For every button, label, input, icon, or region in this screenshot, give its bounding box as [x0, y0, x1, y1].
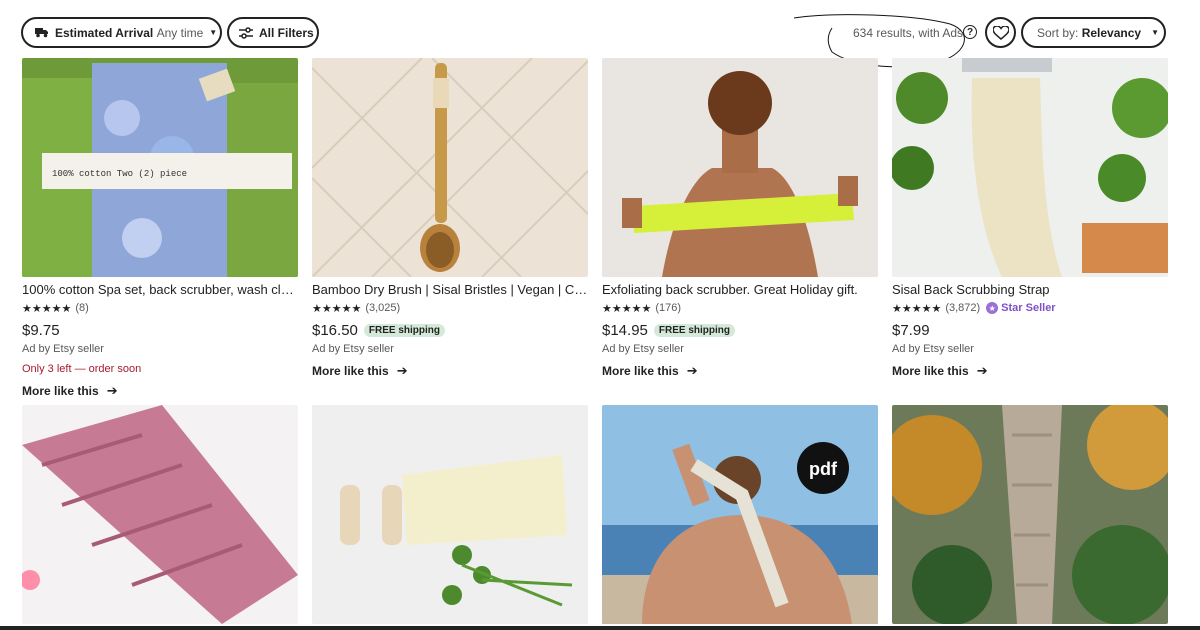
- listing-title[interactable]: 100% cotton Spa set, back scrubber, wash…: [22, 281, 298, 298]
- stock-warning: Only 3 left — order soon: [22, 363, 142, 375]
- listing-price: $14.95: [602, 321, 648, 339]
- listing-card[interactable]: [892, 405, 1168, 624]
- listing-card[interactable]: [312, 405, 588, 624]
- ad-label: Ad by Etsy seller: [22, 343, 104, 355]
- listing-image[interactable]: [892, 405, 1168, 624]
- rating-stars: ★★★★★: [892, 302, 942, 315]
- listing-card[interactable]: [22, 405, 298, 624]
- star-seller-badge: ★ Star Seller: [986, 302, 1056, 314]
- ad-label: Ad by Etsy seller: [312, 343, 394, 355]
- arrow-right-icon: ➔: [396, 363, 408, 378]
- listing-image[interactable]: [892, 58, 1168, 277]
- listing-card[interactable]: Bamboo Dry Brush | Sisal Bristles | Vega…: [312, 58, 588, 379]
- arrival-label: Estimated Arrival: [55, 25, 154, 40]
- review-count: (3,025): [365, 302, 401, 314]
- listing-image[interactable]: [312, 58, 588, 277]
- sort-value: Relevancy: [1081, 25, 1142, 40]
- listing-card[interactable]: pdf: [602, 405, 878, 624]
- sort-dropdown[interactable]: Sort by: Relevancy ▼: [1021, 17, 1166, 48]
- star-seller-label: Star Seller: [1001, 302, 1056, 314]
- question-circle-icon[interactable]: ?: [963, 25, 977, 39]
- listing-image[interactable]: [312, 405, 588, 624]
- product-label-text: 100% cotton Two (2) piece: [52, 169, 187, 179]
- ad-label: Ad by Etsy seller: [602, 343, 684, 355]
- sort-label: Sort by:: [1037, 25, 1079, 40]
- listing-card[interactable]: 100% cotton Two (2) piece 100% cotton Sp…: [22, 58, 298, 399]
- free-shipping-badge: FREE shipping: [653, 323, 735, 337]
- arrow-right-icon: ➔: [106, 383, 118, 398]
- listing-price: $9.75: [22, 321, 60, 339]
- more-like-this-link[interactable]: More like this ➔: [602, 363, 878, 379]
- listing-title[interactable]: Bamboo Dry Brush | Sisal Bristles | Vega…: [312, 281, 588, 298]
- rating-stars: ★★★★★: [312, 302, 362, 315]
- rating-stars: ★★★★★: [22, 302, 72, 315]
- pdf-badge: pdf: [809, 459, 838, 479]
- listing-card[interactable]: Exfoliating back scrubber. Great Holiday…: [602, 58, 878, 379]
- truck-icon: [35, 27, 49, 38]
- filter-toolbar: Estimated Arrival Any time ▼ All Filters…: [0, 0, 1200, 68]
- more-like-this-label: More like this: [602, 364, 679, 378]
- window-bottom-edge: [0, 626, 1200, 630]
- listing-price: $16.50: [312, 321, 358, 339]
- results-count: 634 results, with Ads: [853, 26, 964, 40]
- listing-image[interactable]: [22, 405, 298, 624]
- arrow-right-icon: ➔: [976, 363, 988, 378]
- rating-stars: ★★★★★: [602, 302, 652, 315]
- free-shipping-badge: FREE shipping: [363, 323, 445, 337]
- ad-label: Ad by Etsy seller: [892, 343, 974, 355]
- listing-title[interactable]: Exfoliating back scrubber. Great Holiday…: [602, 281, 878, 298]
- more-like-this-label: More like this: [312, 364, 389, 378]
- more-like-this-label: More like this: [22, 384, 99, 398]
- listing-image[interactable]: 100% cotton Two (2) piece: [22, 58, 298, 277]
- more-like-this-link[interactable]: More like this ➔: [892, 363, 1168, 379]
- all-filters-label: All Filters: [259, 25, 314, 40]
- sliders-icon: [239, 26, 253, 39]
- review-count: (176): [655, 302, 681, 314]
- listing-title[interactable]: Sisal Back Scrubbing Strap: [892, 281, 1168, 298]
- listing-card[interactable]: Sisal Back Scrubbing Strap ★★★★★ (3,872)…: [892, 58, 1168, 379]
- review-count: (8): [75, 302, 89, 314]
- estimated-arrival-filter-button[interactable]: Estimated Arrival Any time ▼: [21, 17, 222, 48]
- star-seller-icon: ★: [986, 302, 999, 314]
- more-like-this-link[interactable]: More like this ➔: [22, 383, 298, 399]
- review-count: (3,872): [945, 302, 981, 314]
- more-like-this-link[interactable]: More like this ➔: [312, 363, 588, 379]
- listing-image[interactable]: [602, 58, 878, 277]
- listing-image[interactable]: pdf: [602, 405, 878, 624]
- caret-down-icon: ▼: [1151, 28, 1159, 37]
- caret-down-icon: ▼: [209, 28, 218, 37]
- listing-price: $7.99: [892, 321, 930, 339]
- more-like-this-label: More like this: [892, 364, 969, 378]
- all-filters-button[interactable]: All Filters: [227, 17, 319, 48]
- heart-icon: [992, 25, 1009, 40]
- arrival-value: Any time: [156, 25, 204, 40]
- favorite-search-button[interactable]: [985, 17, 1016, 48]
- arrow-right-icon: ➔: [686, 363, 698, 378]
